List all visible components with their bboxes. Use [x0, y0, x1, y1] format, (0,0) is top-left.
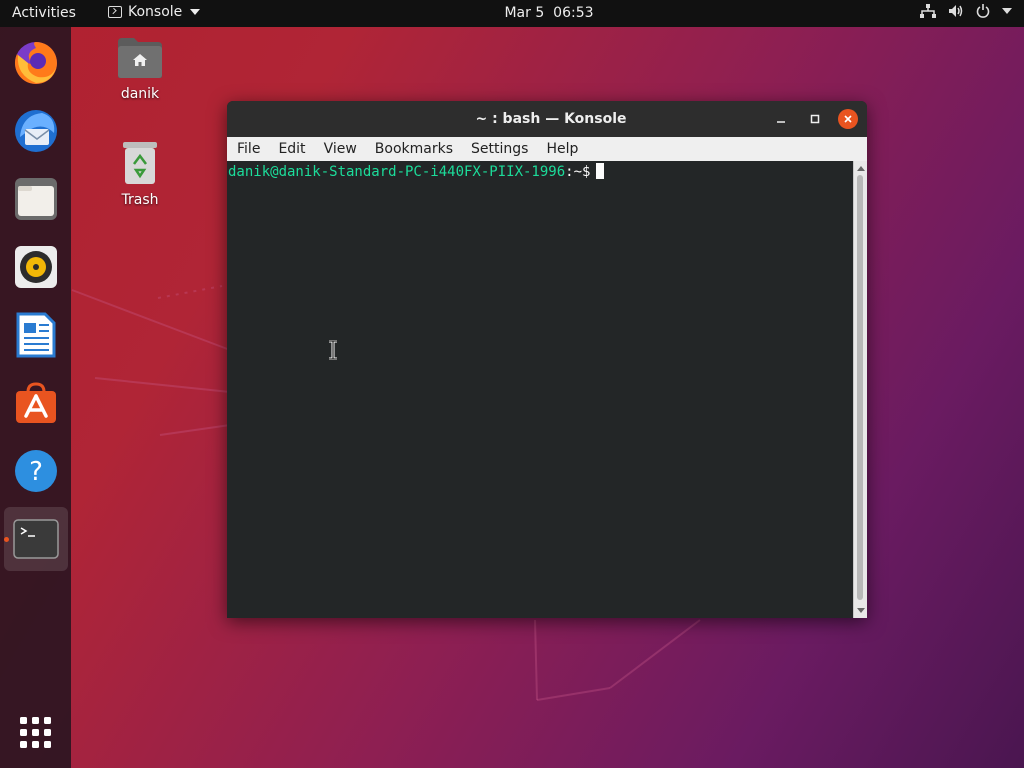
writer-icon [16, 312, 56, 358]
power-icon[interactable] [976, 4, 990, 18]
close-button[interactable] [838, 109, 858, 129]
files-icon [15, 178, 57, 220]
prompt-user-host: danik@danik-Standard-PC-i440FX-PIIX-1996 [228, 164, 566, 180]
scroll-up-icon[interactable] [857, 166, 865, 171]
system-menu-caret-icon[interactable] [1002, 8, 1012, 14]
dock-item-software[interactable] [4, 371, 68, 435]
minimize-button[interactable] [771, 109, 791, 129]
dock-item-rhythmbox[interactable] [4, 235, 68, 299]
menu-view[interactable]: View [315, 137, 366, 161]
menu-settings[interactable]: Settings [462, 137, 537, 161]
maximize-icon [810, 114, 820, 124]
running-indicator-dot [4, 537, 9, 542]
desktop-icon-trash[interactable]: Trash [100, 140, 180, 208]
show-applications-button[interactable] [4, 701, 68, 765]
firefox-icon [14, 42, 57, 84]
system-tray[interactable] [920, 4, 1012, 18]
menu-bar: File Edit View Bookmarks Settings Help [227, 137, 867, 161]
thunderbird-icon [15, 110, 57, 152]
menu-help[interactable]: Help [537, 137, 587, 161]
volume-icon[interactable] [948, 4, 964, 18]
dock-item-help[interactable]: ? [4, 439, 68, 503]
menu-bookmarks[interactable]: Bookmarks [366, 137, 462, 161]
mouse-ibeam-cursor-icon [329, 340, 337, 360]
clock-date: Mar 5 [504, 5, 545, 21]
trash-icon [123, 142, 157, 184]
menu-edit[interactable]: Edit [269, 137, 314, 161]
clock[interactable]: Mar 5 06:53 [0, 5, 1024, 21]
dock-item-files[interactable] [4, 167, 68, 231]
close-icon [844, 115, 852, 123]
text-cursor [596, 163, 605, 179]
desktop-icon-home[interactable]: danik [100, 36, 180, 102]
desktop: Activities Konsole Mar 5 06:53 ? danik T… [0, 0, 1024, 768]
dock-item-writer[interactable] [4, 303, 68, 367]
show-applications-icon [20, 717, 51, 748]
scroll-down-icon[interactable] [857, 608, 865, 613]
top-bar: Activities Konsole Mar 5 06:53 [0, 0, 1024, 27]
help-icon: ? [15, 450, 57, 492]
maximize-button[interactable] [805, 109, 825, 129]
dock-item-thunderbird[interactable] [4, 99, 68, 163]
network-icon[interactable] [920, 4, 936, 18]
konsole-window: ~ : bash — Konsole File Edit View Bookma… [227, 101, 867, 618]
clock-time: 06:53 [553, 5, 594, 21]
prompt-path: :~$ [565, 164, 591, 180]
dock: ? [0, 27, 71, 768]
terminal-area[interactable]: danik@danik-Standard-PC-i440FX-PIIX-1996… [227, 161, 853, 618]
terminal-icon [13, 519, 59, 559]
dock-item-firefox[interactable] [4, 31, 68, 95]
svg-text:?: ? [29, 457, 43, 487]
menu-file[interactable]: File [227, 137, 269, 161]
desktop-icon-label: danik [120, 86, 160, 102]
home-folder-icon [118, 38, 162, 78]
rhythmbox-icon [15, 246, 57, 288]
window-titlebar[interactable]: ~ : bash — Konsole [227, 101, 867, 137]
minimize-icon [777, 121, 785, 123]
dock-item-terminal[interactable] [4, 507, 68, 571]
software-icon [16, 382, 56, 423]
terminal-scrollbar[interactable] [853, 161, 867, 618]
scrollbar-thumb[interactable] [857, 175, 863, 600]
desktop-icon-label: Trash [121, 192, 159, 208]
